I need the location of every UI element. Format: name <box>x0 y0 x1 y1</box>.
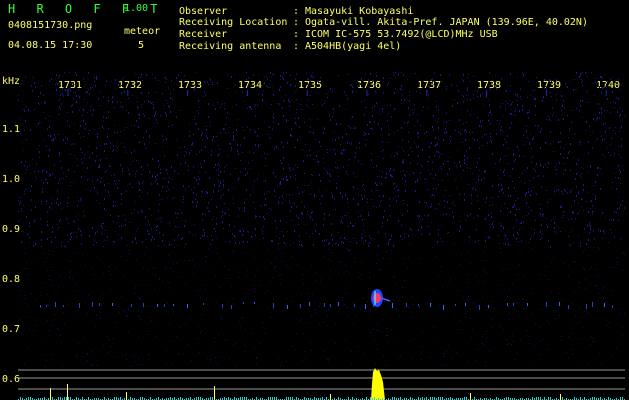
carrier-line <box>40 302 613 310</box>
meteor-count: 5 <box>138 40 145 51</box>
y-tick-label: 0.7 <box>2 324 21 335</box>
info-location-value: Ogata-vill. Akita-Pref. JAPAN (139.96E, … <box>305 17 588 28</box>
y-tick-label: 1.1 <box>2 124 21 135</box>
y-tick-label: 0.8 <box>2 274 21 285</box>
info-antenna-value: A504HB(yagi 4el) <box>305 41 402 52</box>
meteor-label: meteor <box>124 26 161 37</box>
file-datetime: 04.08.15 17:30 <box>8 40 93 51</box>
info-antenna-colon: : <box>293 41 300 52</box>
file-name: 0408151730.png <box>8 20 93 31</box>
meteor-power-spike <box>371 368 385 400</box>
y-tick-label: 0.6 <box>2 374 21 385</box>
info-location-label: Receiving Location <box>179 17 288 28</box>
app-version: 1.00 <box>124 3 149 14</box>
info-observer-colon: : <box>293 6 300 17</box>
meteor-echo <box>371 289 391 307</box>
spectrogram <box>18 72 625 400</box>
info-observer-value: Masayuki Kobayashi <box>305 6 414 17</box>
info-location-colon: : <box>293 17 300 28</box>
y-tick-label: 0.9 <box>2 224 21 235</box>
info-receiver-label: Receiver <box>179 29 228 40</box>
info-receiver-value: ICOM IC-575 53.7492(@LCD)MHz USB <box>305 29 498 40</box>
info-antenna-label: Receiving antenna <box>179 41 282 52</box>
noise-field <box>18 72 625 367</box>
y-tick-label: 1.0 <box>2 174 21 185</box>
info-observer-label: Observer <box>179 6 228 17</box>
power-baseline <box>18 384 625 400</box>
info-receiver-colon: : <box>293 29 300 40</box>
